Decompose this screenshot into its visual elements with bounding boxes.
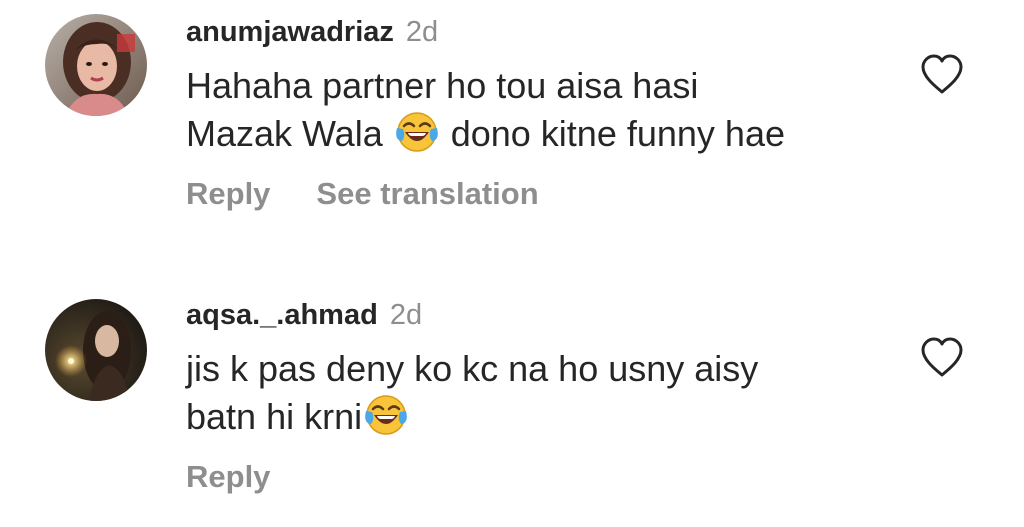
avatar[interactable] bbox=[45, 299, 147, 401]
comment-text: jis k pas deny ko kc na ho usny aisy bat… bbox=[186, 345, 914, 441]
reply-button[interactable]: Reply bbox=[186, 459, 270, 494]
username[interactable]: anumjawadriaz bbox=[186, 16, 394, 48]
heart-icon[interactable] bbox=[919, 336, 965, 378]
comment-text-line: Mazak Wala bbox=[186, 113, 393, 154]
comment-text-line: dono kitne funny hae bbox=[440, 113, 785, 154]
comment-meta: aqsa._.ahmad 2d bbox=[186, 297, 914, 333]
comment-text: Hahaha partner ho tou aisa hasi Mazak Wa… bbox=[186, 62, 914, 158]
comment-text-line: jis k pas deny ko kc na ho usny aisy bbox=[186, 348, 759, 389]
comment-meta: anumjawadriaz 2d bbox=[186, 14, 914, 50]
laughing-emoji-icon bbox=[395, 110, 439, 154]
comment-item: aqsa._.ahmad 2d jis k pas deny ko kc na h… bbox=[0, 286, 1024, 527]
comment-actions: Reply See translation bbox=[186, 174, 914, 214]
comment-text-line: batn hi krni bbox=[186, 396, 363, 437]
heart-icon[interactable] bbox=[919, 53, 965, 95]
comment-actions: Reply bbox=[186, 457, 914, 497]
username[interactable]: aqsa._.ahmad bbox=[186, 299, 378, 331]
comment-item: anumjawadriaz 2d Hahaha partner ho tou ai… bbox=[0, 0, 1024, 250]
timestamp: 2d bbox=[389, 299, 423, 331]
reply-button[interactable]: Reply bbox=[186, 176, 270, 211]
laughing-emoji-icon bbox=[364, 393, 408, 437]
comment-text-line: Hahaha partner ho tou aisa hasi bbox=[186, 65, 699, 106]
timestamp: 2d bbox=[405, 16, 439, 48]
avatar[interactable] bbox=[45, 14, 147, 116]
see-translation-button[interactable]: See translation bbox=[316, 176, 538, 211]
